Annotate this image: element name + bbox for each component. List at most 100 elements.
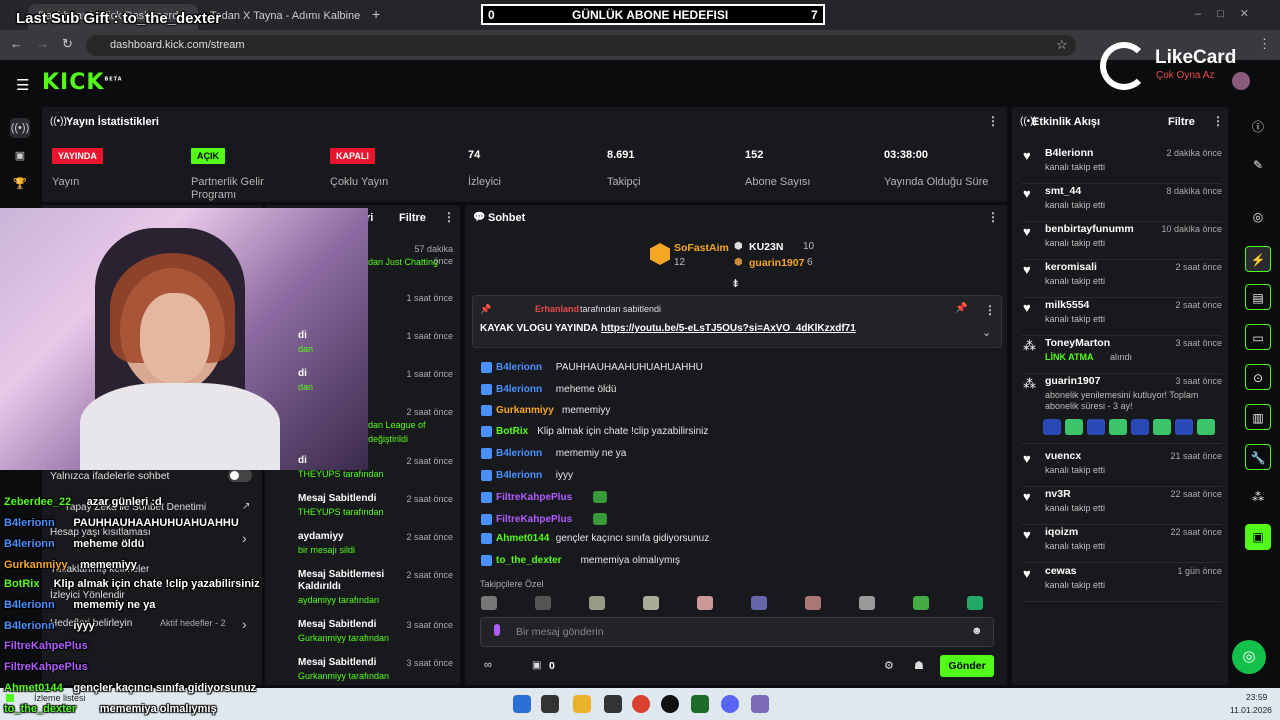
send-button[interactable]: Gönder — [940, 655, 994, 677]
chat-username[interactable]: B4lerionn — [496, 362, 542, 373]
activity-username[interactable]: iqoizm — [1045, 526, 1078, 538]
chat-username[interactable]: B4lerionn — [496, 384, 542, 395]
modlog-filter-button[interactable]: Filtre — [399, 212, 426, 224]
activity-username[interactable]: nv3R — [1045, 488, 1071, 500]
pinned-by-user[interactable]: Erhanland — [535, 304, 579, 314]
emote-icon[interactable] — [967, 596, 983, 610]
chevron-right-icon[interactable]: › — [242, 616, 247, 632]
gifter-2-name[interactable]: KU23N — [749, 241, 783, 253]
activity-username[interactable]: keromisali — [1045, 261, 1097, 273]
emote-icon[interactable] — [697, 596, 713, 610]
activity-item[interactable]: ♥ B4lerionn 2 dakika önce kanalı takip etti — [1022, 146, 1222, 184]
chat-menu-icon[interactable]: ⋮ — [987, 210, 999, 224]
layout-icon[interactable]: ▥ — [1245, 404, 1271, 430]
activity-username[interactable]: ToneyMarton — [1045, 337, 1110, 349]
activity-username[interactable]: guarin1907 — [1045, 375, 1100, 387]
trophy-icon[interactable]: 🏆 — [10, 174, 30, 194]
chat-username[interactable]: Ahmet0144 — [496, 533, 549, 544]
chat-username[interactable]: Gurkanmiyy — [496, 405, 554, 416]
start-icon[interactable] — [513, 695, 531, 713]
wrench-icon[interactable]: 🔧 — [1245, 444, 1271, 470]
activity-item[interactable]: ♥ vuencx 21 saat önce kanalı takip etti — [1022, 449, 1222, 487]
task-view-icon[interactable] — [541, 695, 559, 713]
emoji-icon[interactable]: ☻ — [971, 625, 983, 637]
chat-icon[interactable]: ▭ — [1245, 324, 1271, 350]
chat-username[interactable]: FiltreKahpePlus — [496, 514, 572, 525]
app-g-icon[interactable] — [661, 695, 679, 713]
new-tab-icon[interactable]: + — [372, 6, 380, 22]
activity-username[interactable]: milk5554 — [1045, 299, 1089, 311]
activity-filter-button[interactable]: Filtre — [1168, 116, 1195, 128]
activity-link[interactable]: LİNK ATMA — [1045, 352, 1094, 362]
notes-icon[interactable]: ▤ — [1245, 284, 1271, 310]
user-actions-icon[interactable]: ☗ — [914, 659, 924, 672]
activity-item[interactable]: ♥ milk5554 2 saat önce kanalı takip etti — [1022, 298, 1222, 336]
activity-item[interactable]: ♥ smt_44 8 dakika önce kanalı takip etti — [1022, 184, 1222, 222]
stats-menu-icon[interactable]: ⋮ — [987, 114, 999, 128]
emote-icon[interactable] — [913, 596, 929, 610]
activity-username[interactable]: benbirtayfunumm — [1045, 223, 1134, 235]
activity-username[interactable]: smt_44 — [1045, 185, 1081, 197]
pinned-menu-icon[interactable]: ⋮ — [984, 303, 996, 317]
emote-icon[interactable] — [859, 596, 875, 610]
chrome-icon[interactable] — [632, 695, 650, 713]
pinned-link[interactable]: https://youtu.be/5-eLsTJ5OUs?si=AxVO_4dK… — [601, 323, 856, 334]
activity-item[interactable]: ⁂ ToneyMarton 3 saat önce LİNK ATMA alındı — [1022, 336, 1222, 374]
extension-icon[interactable]: ▣ — [1245, 524, 1271, 550]
activity-item[interactable]: ♥ nv3R 22 saat önce kanalı takip etti — [1022, 487, 1222, 525]
url-field[interactable]: dashboard.kick.com/stream — [86, 35, 1076, 56]
chat-username[interactable]: B4lerionn — [496, 470, 542, 481]
support-chat-icon[interactable]: ◎ — [1232, 640, 1266, 674]
avatar[interactable] — [1232, 72, 1250, 90]
reload-icon[interactable]: ↻ — [62, 36, 73, 52]
activity-username[interactable]: cewas — [1045, 565, 1077, 577]
watchlist-label[interactable]: İzleme listesi — [34, 693, 86, 703]
activity-item[interactable]: ♥ iqoizm 22 saat önce kanalı takip etti — [1022, 525, 1222, 563]
chevron-down-icon[interactable]: ⌄ — [982, 326, 991, 339]
emote-icon[interactable] — [751, 596, 767, 610]
emote-icon[interactable] — [589, 596, 605, 610]
file-explorer-icon[interactable] — [573, 695, 591, 713]
app-icon[interactable] — [751, 695, 769, 713]
tab-music[interactable]: Tedan X Tayna - Adımı Kalbine Yaz — [200, 4, 360, 30]
browser-menu-icon[interactable]: ⋮ — [1258, 36, 1271, 52]
broadcast-icon[interactable]: ((•)) — [10, 118, 30, 138]
emote-icon[interactable] — [643, 596, 659, 610]
collapse-arrow-icon[interactable]: ⇟ — [731, 277, 740, 290]
forward-icon[interactable]: → — [36, 36, 49, 51]
gifter-3-name[interactable]: guarin1907 — [749, 257, 804, 269]
window-controls[interactable]: –□✕ — [1195, 7, 1265, 20]
back-icon[interactable]: ← — [10, 36, 23, 51]
lightning-icon[interactable]: ⚡ — [1245, 246, 1271, 272]
unpin-icon[interactable]: 📌 — [955, 303, 967, 314]
activity-menu-icon[interactable]: ⋮ — [1212, 114, 1224, 128]
kick-logo[interactable]: KICKBETA — [42, 70, 123, 95]
camera-app-icon[interactable] — [604, 695, 622, 713]
settings-gear-icon[interactable]: ⚙ — [884, 659, 894, 672]
chat-username[interactable]: FiltreKahpePlus — [496, 492, 572, 503]
activity-username[interactable]: vuencx — [1045, 450, 1081, 462]
users-icon[interactable]: ⁂ — [1245, 484, 1271, 510]
activity-username[interactable]: B4lerionn — [1045, 147, 1093, 159]
clip-icon[interactable]: ◎ — [1245, 204, 1271, 230]
stream-icon[interactable]: ⊙ — [1245, 364, 1271, 390]
hamburger-icon[interactable]: ☰ — [16, 76, 29, 94]
emote-icon[interactable] — [805, 596, 821, 610]
discord-icon[interactable] — [721, 695, 739, 713]
activity-item[interactable]: ♥ benbirtayfunumm 10 dakika önce kanalı tak… — [1022, 222, 1222, 260]
bookmark-star-icon[interactable]: ☆ — [1056, 37, 1068, 53]
info-icon[interactable]: ⓘ — [1245, 114, 1271, 140]
emote-tab-label[interactable]: Takipçilere Özel — [480, 579, 544, 589]
top-gifter-name[interactable]: SoFastAim — [674, 242, 729, 254]
emote-icon[interactable] — [481, 596, 497, 610]
chat-username[interactable]: BotRix — [496, 426, 528, 437]
external-link-icon[interactable]: ↗ — [242, 501, 250, 512]
modlog-menu-icon[interactable]: ⋮ — [443, 210, 455, 224]
activity-item[interactable]: ♥ cewas 1 gün önce kanalı takip etti — [1022, 564, 1222, 602]
app-kick-icon[interactable] — [691, 695, 709, 713]
gift-icon[interactable]: ▣ — [532, 660, 541, 671]
kick-points-icon[interactable]: ∞ — [484, 659, 492, 671]
analytics-icon[interactable]: ▣ — [10, 146, 30, 166]
edit-pencil-icon[interactable]: ✎ — [1245, 152, 1271, 178]
chat-username[interactable]: B4lerionn — [496, 448, 542, 459]
